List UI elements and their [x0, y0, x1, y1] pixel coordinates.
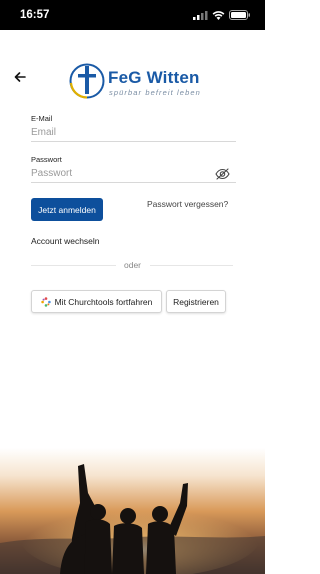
wifi-icon: [212, 10, 225, 20]
churchtools-label: Mit Churchtools fortfahren: [54, 296, 153, 307]
logo-name: FeG Witten: [108, 68, 200, 87]
battery-icon: [229, 10, 250, 20]
logo-tagline: spürbar befreit leben: [109, 88, 201, 97]
back-arrow-icon: [14, 72, 26, 82]
churchtools-button[interactable]: Mit Churchtools fortfahren: [31, 290, 162, 313]
login-button[interactable]: Jetzt anmelden: [31, 198, 103, 221]
switch-account-link[interactable]: Account wechseln: [31, 236, 100, 246]
status-icons: [193, 10, 251, 20]
register-button[interactable]: Registrieren: [166, 290, 226, 313]
password-field[interactable]: [31, 165, 236, 183]
status-time: 16:57: [20, 9, 50, 21]
churchtools-icon: [40, 296, 51, 307]
sunset-people-image: [0, 448, 265, 574]
forgot-password-link[interactable]: Passwort vergessen?: [147, 199, 228, 209]
hero-image: [0, 448, 265, 574]
password-label: Passwort: [31, 155, 62, 164]
signal-icon: [193, 10, 208, 20]
email-label: E-Mail: [31, 114, 53, 123]
cross-logo-icon: [69, 63, 105, 99]
feg-logo: FeG Witten spürbar befreit leben: [68, 62, 203, 102]
back-button[interactable]: [10, 68, 30, 86]
email-field[interactable]: [31, 124, 236, 142]
divider-line-right: [150, 265, 233, 266]
eye-off-icon[interactable]: [215, 168, 230, 180]
status-bar: 16:57: [0, 0, 265, 30]
